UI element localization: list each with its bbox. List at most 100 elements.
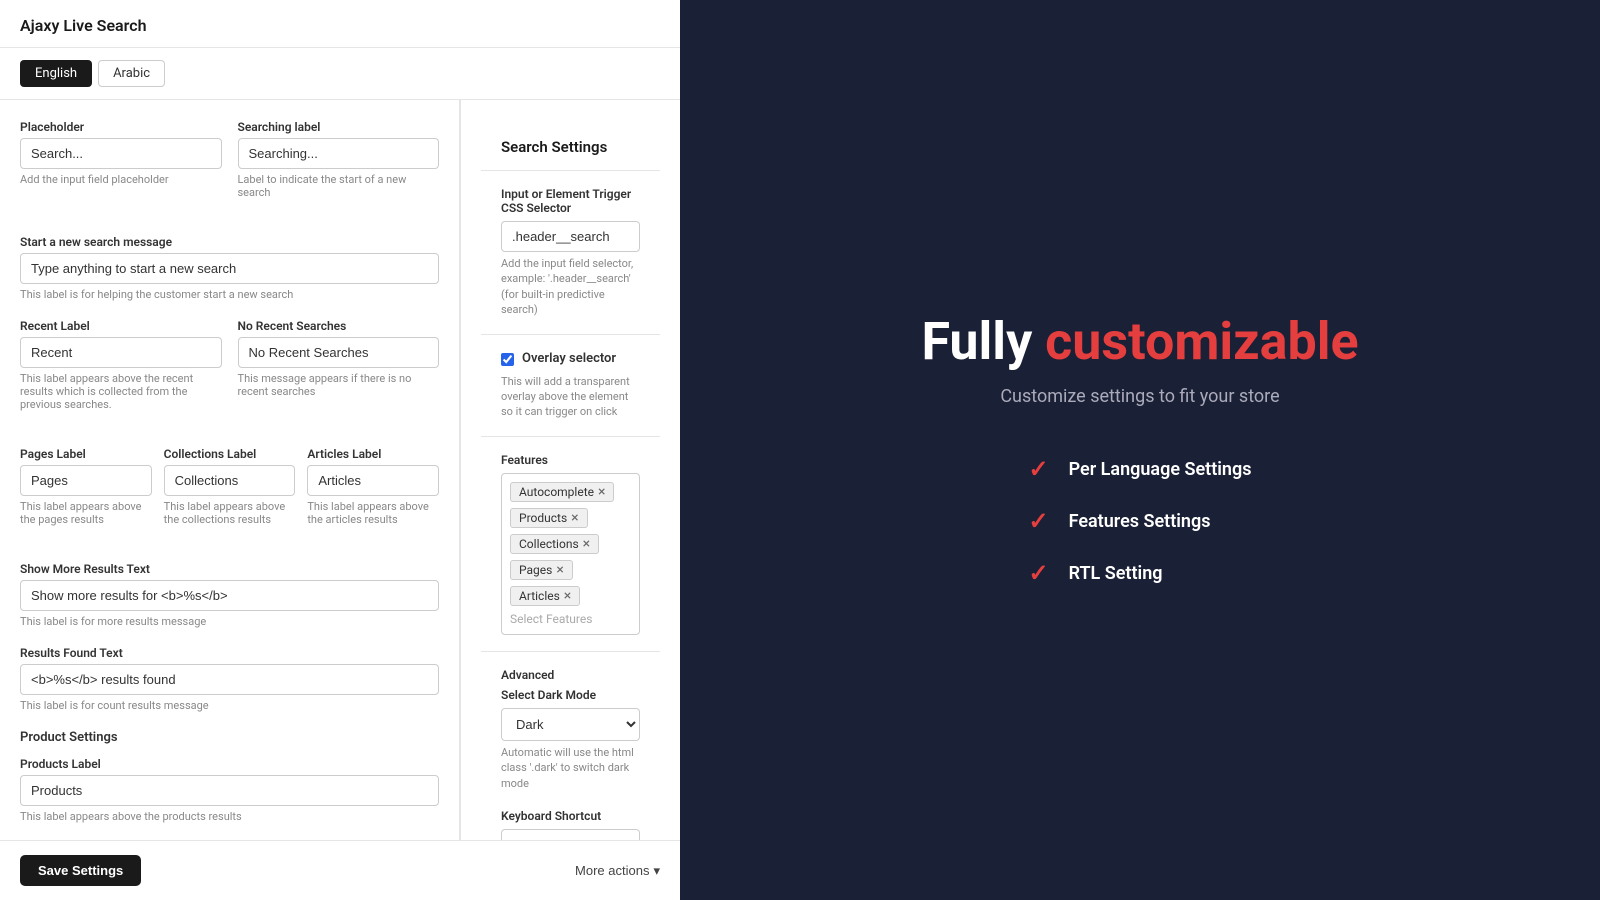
select-features-placeholder: Select Features — [510, 612, 592, 626]
feature-tag-collections-label: Collections — [519, 537, 579, 551]
marketing-subtitle: Customize settings to fit your store — [1000, 386, 1279, 407]
results-found-group: Results Found Text This label is for cou… — [20, 646, 439, 712]
overlay-checkbox-row: Overlay selector — [501, 351, 640, 366]
css-selector-section: Input or Element Trigger CSS Selector Ad… — [481, 171, 660, 335]
new-search-group: Start a new search message This label is… — [20, 235, 439, 301]
placeholder-group: Placeholder Add the input field placehol… — [20, 120, 222, 199]
feature-tag-collections-remove[interactable]: × — [583, 537, 590, 551]
pages-label-hint: This label appears above the pages resul… — [20, 500, 152, 526]
headline-plain: Fully — [921, 311, 1045, 372]
feature-tag-pages-label: Pages — [519, 563, 552, 577]
show-more-hint: This label is for more results message — [20, 615, 439, 628]
searching-label-group: Searching label Label to indicate the st… — [238, 120, 440, 199]
searching-label-hint: Label to indicate the start of a new sea… — [238, 173, 440, 199]
recent-row: Recent Label This label appears above th… — [20, 319, 439, 429]
feature-item-2: ✓ RTL Setting — [1029, 559, 1252, 587]
no-recent-label: No Recent Searches — [238, 319, 440, 333]
no-recent-input[interactable] — [238, 337, 440, 368]
feature-text-1: Features Settings — [1069, 511, 1211, 532]
dark-mode-hint: Automatic will use the html class '.dark… — [501, 745, 640, 791]
products-label-label: Products Label — [20, 757, 439, 771]
searching-label-input[interactable] — [238, 138, 440, 169]
features-container: Autocomplete × Products × Collections × … — [501, 473, 640, 635]
more-actions-label: More actions — [575, 863, 649, 878]
search-settings-panel: Search Settings Input or Element Trigger… — [460, 100, 680, 900]
css-selector-label: Input or Element Trigger CSS Selector — [501, 187, 640, 215]
feature-tag-autocomplete: Autocomplete × — [510, 482, 614, 502]
feature-tag-articles-label: Articles — [519, 589, 560, 603]
show-more-label: Show More Results Text — [20, 562, 439, 576]
tab-arabic[interactable]: Arabic — [98, 60, 165, 87]
css-selector-hint: Add the input field selector, example: '… — [501, 256, 640, 318]
placeholder-searching-row: Placeholder Add the input field placehol… — [20, 120, 439, 217]
feature-tag-autocomplete-label: Autocomplete — [519, 485, 594, 499]
placeholder-input[interactable] — [20, 138, 222, 169]
chevron-down-icon: ▾ — [653, 863, 660, 879]
footer-bar: Save Settings More actions ▾ — [0, 840, 680, 900]
checkmark-icon-1: ✓ — [1029, 507, 1049, 535]
feature-tag-autocomplete-remove[interactable]: × — [598, 485, 605, 499]
placeholder-label: Placeholder — [20, 120, 222, 134]
left-panel: Ajaxy Live Search English Arabic Placeho… — [0, 0, 680, 900]
tab-english[interactable]: English — [20, 60, 92, 87]
checkmark-icon-0: ✓ — [1029, 455, 1049, 483]
articles-label-label: Articles Label — [307, 447, 439, 461]
feature-tag-articles: Articles × — [510, 586, 580, 606]
collections-label-input[interactable] — [164, 465, 296, 496]
keyboard-shortcut-label: Keyboard Shortcut — [501, 809, 640, 823]
feature-tag-products-label: Products — [519, 511, 567, 525]
pages-label-group: Pages Label This label appears above the… — [20, 447, 152, 526]
feature-tag-products-remove[interactable]: × — [571, 511, 578, 525]
new-search-hint: This label is for helping the customer s… — [20, 288, 439, 301]
features-section: Features Autocomplete × Products × Colle… — [481, 437, 660, 652]
new-search-label: Start a new search message — [20, 235, 439, 249]
overlay-label: Overlay selector — [522, 351, 616, 366]
advanced-title: Advanced — [501, 668, 640, 682]
results-found-hint: This label is for count results message — [20, 699, 439, 712]
product-settings-title: Product Settings — [20, 730, 439, 745]
products-label-hint: This label appears above the products re… — [20, 810, 439, 823]
recent-label-group: Recent Label This label appears above th… — [20, 319, 222, 411]
dark-mode-select[interactable]: Dark Light Automatic — [501, 708, 640, 741]
marketing-headline: Fully customizable — [921, 313, 1358, 370]
no-recent-group: No Recent Searches This message appears … — [238, 319, 440, 411]
show-more-group: Show More Results Text This label is for… — [20, 562, 439, 628]
overlay-checkbox[interactable] — [501, 353, 514, 366]
right-marketing-panel: Fully customizable Customize settings to… — [680, 0, 1600, 900]
feature-tag-pages-remove[interactable]: × — [556, 563, 563, 577]
feature-tag-products: Products × — [510, 508, 588, 528]
more-actions-button[interactable]: More actions ▾ — [575, 863, 660, 879]
overlay-hint: This will add a transparent overlay abov… — [501, 374, 640, 420]
search-settings-title: Search Settings — [481, 120, 660, 171]
articles-label-hint: This label appears above the articles re… — [307, 500, 439, 526]
save-settings-button[interactable]: Save Settings — [20, 855, 141, 886]
pages-label-label: Pages Label — [20, 447, 152, 461]
feature-item-0: ✓ Per Language Settings — [1029, 455, 1252, 483]
feature-text-2: RTL Setting — [1069, 563, 1163, 584]
pages-label-input[interactable] — [20, 465, 152, 496]
recent-label-input[interactable] — [20, 337, 222, 368]
recent-label-label: Recent Label — [20, 319, 222, 333]
show-more-input[interactable] — [20, 580, 439, 611]
css-selector-input[interactable] — [501, 221, 640, 252]
headline-accent: customizable — [1045, 311, 1358, 372]
results-found-input[interactable] — [20, 664, 439, 695]
products-label-input[interactable] — [20, 775, 439, 806]
feature-tag-collections: Collections × — [510, 534, 599, 554]
collections-label-label: Collections Label — [164, 447, 296, 461]
dark-mode-group: Select Dark Mode Dark Light Automatic Au… — [501, 688, 640, 791]
placeholder-hint: Add the input field placeholder — [20, 173, 222, 186]
feature-tag-pages: Pages × — [510, 560, 573, 580]
feature-item-1: ✓ Features Settings — [1029, 507, 1252, 535]
searching-label-label: Searching label — [238, 120, 440, 134]
products-label-group: Products Label This label appears above … — [20, 757, 439, 823]
collections-label-group: Collections Label This label appears abo… — [164, 447, 296, 526]
articles-label-input[interactable] — [307, 465, 439, 496]
feature-tag-articles-remove[interactable]: × — [564, 589, 571, 603]
language-tabs: English Arabic — [0, 48, 680, 100]
new-search-input[interactable] — [20, 253, 439, 284]
overlay-section: Overlay selector This will add a transpa… — [481, 335, 660, 437]
checkmark-icon-2: ✓ — [1029, 559, 1049, 587]
feature-text-0: Per Language Settings — [1069, 459, 1252, 480]
recent-label-hint: This label appears above the recent resu… — [20, 372, 222, 411]
